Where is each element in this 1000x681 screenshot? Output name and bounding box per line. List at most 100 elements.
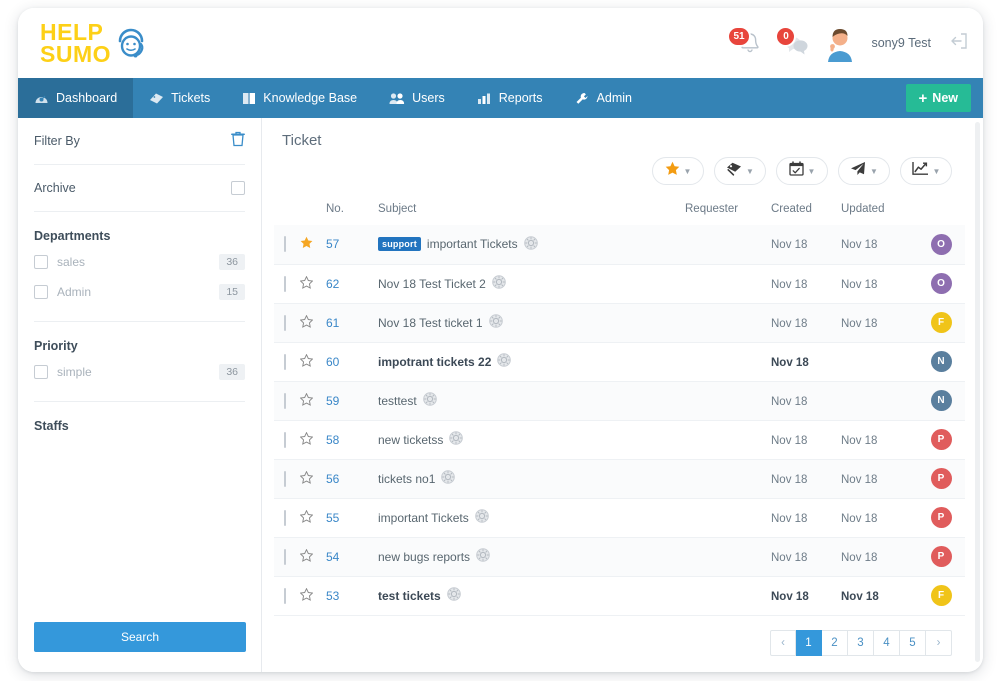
vertical-scrollbar[interactable] [975, 122, 980, 662]
row-checkbox[interactable] [284, 432, 286, 448]
star-outline-icon[interactable] [300, 473, 313, 487]
pagination-page-1[interactable]: 1 [796, 630, 822, 656]
ticket-subject[interactable]: Nov 18 Test Ticket 2 [378, 277, 486, 291]
star-outline-icon[interactable] [300, 395, 313, 409]
date-filter-dropdown[interactable]: ▼ [776, 157, 828, 185]
row-checkbox[interactable] [284, 549, 286, 565]
ticket-number-link[interactable]: 62 [326, 277, 339, 291]
checkbox[interactable] [34, 365, 48, 379]
ticket-subject[interactable]: impotrant tickets 22 [378, 355, 491, 369]
tag-filter-dropdown[interactable]: ▼ [714, 157, 766, 185]
assignee-avatar[interactable]: P [931, 429, 952, 450]
ticket-number-link[interactable]: 58 [326, 433, 339, 447]
row-checkbox[interactable] [284, 354, 286, 370]
table-row[interactable]: 62Nov 18 Test Ticket 2Nov 18Nov 18O [274, 264, 965, 303]
row-checkbox[interactable] [284, 510, 286, 526]
nav-item-knowledge-base[interactable]: Knowledge Base [226, 78, 373, 118]
row-checkbox[interactable] [284, 393, 286, 409]
star-outline-icon[interactable] [300, 434, 313, 448]
filter-option-admin[interactable]: Admin 15 [34, 277, 245, 307]
ticket-subject[interactable]: important Tickets [427, 237, 518, 251]
checkbox[interactable] [34, 255, 48, 269]
search-button[interactable]: Search [34, 622, 246, 652]
star-outline-icon[interactable] [300, 512, 313, 526]
nav-item-users[interactable]: Users [373, 78, 461, 118]
filter-option-sales[interactable]: sales 36 [34, 247, 245, 277]
report-filter-dropdown[interactable]: ▼ [900, 157, 952, 185]
row-checkbox[interactable] [284, 315, 286, 331]
nav-item-dashboard[interactable]: Dashboard [18, 78, 133, 118]
ticket-subject[interactable]: Nov 18 Test ticket 1 [378, 316, 483, 330]
archive-filter-row[interactable]: Archive [34, 165, 245, 211]
notifications-button[interactable]: 51 [727, 26, 761, 60]
table-row[interactable]: 55important TicketsNov 18Nov 18P [274, 498, 965, 537]
app-logo[interactable]: HELP SUMO [40, 21, 148, 65]
assignee-avatar[interactable]: P [931, 468, 952, 489]
assignee-avatar[interactable]: O [931, 273, 952, 294]
content-area: Filter By Archive Departments [18, 118, 983, 672]
assignee-avatar[interactable]: N [931, 351, 952, 372]
table-row[interactable]: 53test ticketsNov 18Nov 18F [274, 576, 965, 615]
ticket-number-link[interactable]: 56 [326, 472, 339, 486]
nav-item-admin[interactable]: Admin [559, 78, 648, 118]
ticket-subject[interactable]: test tickets [378, 589, 441, 603]
star-outline-icon[interactable] [300, 278, 313, 292]
row-checkbox[interactable] [284, 471, 286, 487]
table-row[interactable]: 60impotrant tickets 22Nov 18N [274, 342, 965, 381]
star-outline-icon[interactable] [300, 356, 313, 370]
pagination-page-3[interactable]: 3 [848, 630, 874, 656]
ticket-number-link[interactable]: 53 [326, 589, 339, 603]
archive-checkbox[interactable] [231, 181, 245, 195]
pagination-page-2[interactable]: 2 [822, 630, 848, 656]
assignee-avatar[interactable]: F [931, 312, 952, 333]
table-row[interactable]: 57supportimportant TicketsNov 18Nov 18O [274, 225, 965, 264]
table-row[interactable]: 58new ticketssNov 18Nov 18P [274, 420, 965, 459]
table-row[interactable]: 59testtestNov 18N [274, 381, 965, 420]
ticket-subject[interactable]: testtest [378, 394, 417, 408]
table-row[interactable]: 56tickets no1Nov 18Nov 18P [274, 459, 965, 498]
table-row[interactable]: 54new bugs reportsNov 18Nov 18P [274, 537, 965, 576]
ticket-subject[interactable]: new ticketss [378, 433, 443, 447]
user-avatar-icon[interactable] [823, 26, 857, 60]
trash-icon[interactable] [231, 131, 245, 152]
assignee-avatar[interactable]: P [931, 507, 952, 528]
filter-label: sales [57, 255, 210, 269]
ticket-subject[interactable]: tickets no1 [378, 472, 435, 486]
assignee-avatar[interactable]: N [931, 390, 952, 411]
ticket-number-link[interactable]: 60 [326, 355, 339, 369]
pagination-next[interactable]: › [926, 630, 952, 656]
star-outline-icon[interactable] [300, 551, 313, 565]
pagination-page-4[interactable]: 4 [874, 630, 900, 656]
assignee-avatar[interactable]: P [931, 546, 952, 567]
pagination-prev[interactable]: ‹ [770, 630, 796, 656]
star-outline-icon[interactable] [300, 590, 313, 604]
logout-icon[interactable] [949, 31, 969, 56]
favorite-filter-dropdown[interactable]: ▼ [652, 157, 704, 185]
ticket-subject[interactable]: important Tickets [378, 511, 469, 525]
nav-label: Users [412, 91, 445, 105]
row-checkbox[interactable] [284, 588, 286, 604]
row-checkbox[interactable] [284, 236, 286, 252]
ticket-number-link[interactable]: 57 [326, 237, 339, 251]
nav-item-tickets[interactable]: Tickets [133, 78, 226, 118]
table-row[interactable]: 61Nov 18 Test ticket 1Nov 18Nov 18F [274, 303, 965, 342]
ticket-number-link[interactable]: 55 [326, 511, 339, 525]
checkbox[interactable] [34, 285, 48, 299]
star-filled-icon[interactable] [300, 238, 313, 252]
logo-line-2: SUMO [40, 43, 111, 65]
row-checkbox[interactable] [284, 276, 286, 292]
assignee-avatar[interactable]: F [931, 585, 952, 606]
assignee-avatar[interactable]: O [931, 234, 952, 255]
nav-item-reports[interactable]: Reports [461, 78, 559, 118]
ticket-number-link[interactable]: 54 [326, 550, 339, 564]
pagination-page-5[interactable]: 5 [900, 630, 926, 656]
pending-clock-icon [441, 470, 455, 487]
ticket-subject[interactable]: new bugs reports [378, 550, 470, 564]
status-filter-dropdown[interactable]: ▼ [838, 157, 890, 185]
new-ticket-button[interactable]: + New [906, 84, 971, 112]
star-outline-icon[interactable] [300, 317, 313, 331]
ticket-number-link[interactable]: 61 [326, 316, 339, 330]
ticket-number-link[interactable]: 59 [326, 394, 339, 408]
messages-button[interactable]: 0 [775, 26, 809, 60]
filter-option-simple[interactable]: simple 36 [34, 357, 245, 387]
